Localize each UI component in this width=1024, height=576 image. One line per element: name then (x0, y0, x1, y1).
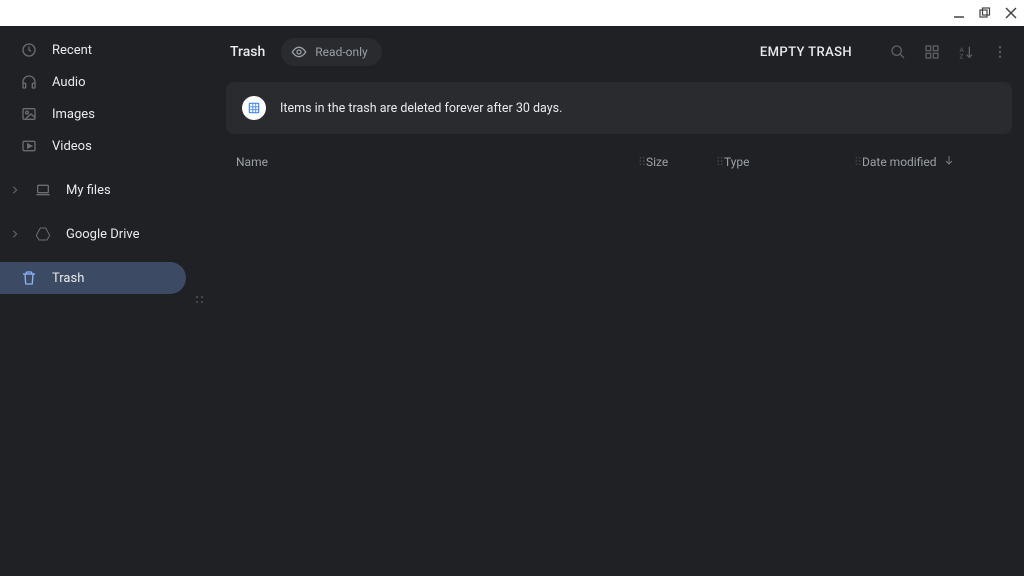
sidebar-resize-handle[interactable] (194, 294, 206, 306)
sidebar-item-label: Images (52, 107, 95, 122)
empty-trash-button[interactable]: EMPTY TRASH (760, 45, 852, 60)
column-date[interactable]: Date modified (862, 155, 937, 169)
sidebar-item-label: Recent (52, 43, 92, 58)
readonly-label: Read-only (315, 45, 367, 59)
sidebar-item-label: My files (66, 183, 111, 198)
file-list-empty (222, 177, 1016, 576)
headphones-icon (20, 73, 38, 91)
header: Trash Read-only EMPTY TRASH (222, 26, 1016, 78)
sort-descending-icon[interactable] (943, 154, 955, 169)
window-close-button[interactable] (1004, 6, 1018, 20)
eye-icon (291, 44, 307, 60)
clock-icon (20, 41, 38, 59)
image-icon (20, 105, 38, 123)
search-icon[interactable] (890, 44, 906, 60)
column-grip-icon[interactable] (854, 155, 862, 169)
column-headers: Name Size Type Date modified (222, 146, 1016, 177)
more-icon[interactable] (992, 44, 1008, 60)
video-icon (20, 137, 38, 155)
column-grip-icon[interactable] (716, 155, 724, 169)
laptop-icon (34, 181, 52, 199)
column-type[interactable]: Type (724, 155, 750, 169)
chevron-right-icon[interactable] (10, 230, 20, 238)
sidebar-item-my-files[interactable]: My files (0, 174, 208, 206)
sidebar-item-recent[interactable]: Recent (0, 34, 208, 66)
readonly-badge: Read-only (281, 38, 381, 66)
banner-text: Items in the trash are deleted forever a… (280, 101, 562, 116)
window-titlebar (0, 0, 1024, 26)
sort-icon[interactable]: AZ (958, 44, 974, 60)
sidebar-item-label: Google Drive (66, 227, 139, 242)
trash-icon (20, 269, 38, 287)
sidebar-item-videos[interactable]: Videos (0, 130, 208, 162)
sidebar-item-images[interactable]: Images (0, 98, 208, 130)
column-grip-icon[interactable] (638, 155, 646, 169)
grid-view-icon[interactable] (924, 44, 940, 60)
main: Trash Read-only EMPTY TRASH (208, 26, 1024, 576)
window-maximize-button[interactable] (978, 6, 992, 20)
sidebar-item-trash[interactable]: Trash (0, 262, 186, 294)
svg-text:Z: Z (959, 53, 963, 60)
chevron-right-icon[interactable] (10, 186, 20, 194)
sidebar-item-google-drive[interactable]: Google Drive (0, 218, 208, 250)
column-size[interactable]: Size (646, 155, 668, 169)
page-title: Trash (230, 44, 265, 60)
drive-icon (34, 225, 52, 243)
sidebar-item-label: Trash (52, 271, 84, 286)
banner-icon (242, 96, 266, 120)
window-minimize-button[interactable] (952, 6, 966, 20)
column-name[interactable]: Name (236, 155, 268, 169)
sidebar: Recent Audio Images Videos (0, 26, 208, 576)
sidebar-item-label: Videos (52, 139, 92, 154)
info-banner: Items in the trash are deleted forever a… (226, 82, 1012, 134)
sidebar-item-label: Audio (52, 75, 85, 90)
sidebar-item-audio[interactable]: Audio (0, 66, 208, 98)
